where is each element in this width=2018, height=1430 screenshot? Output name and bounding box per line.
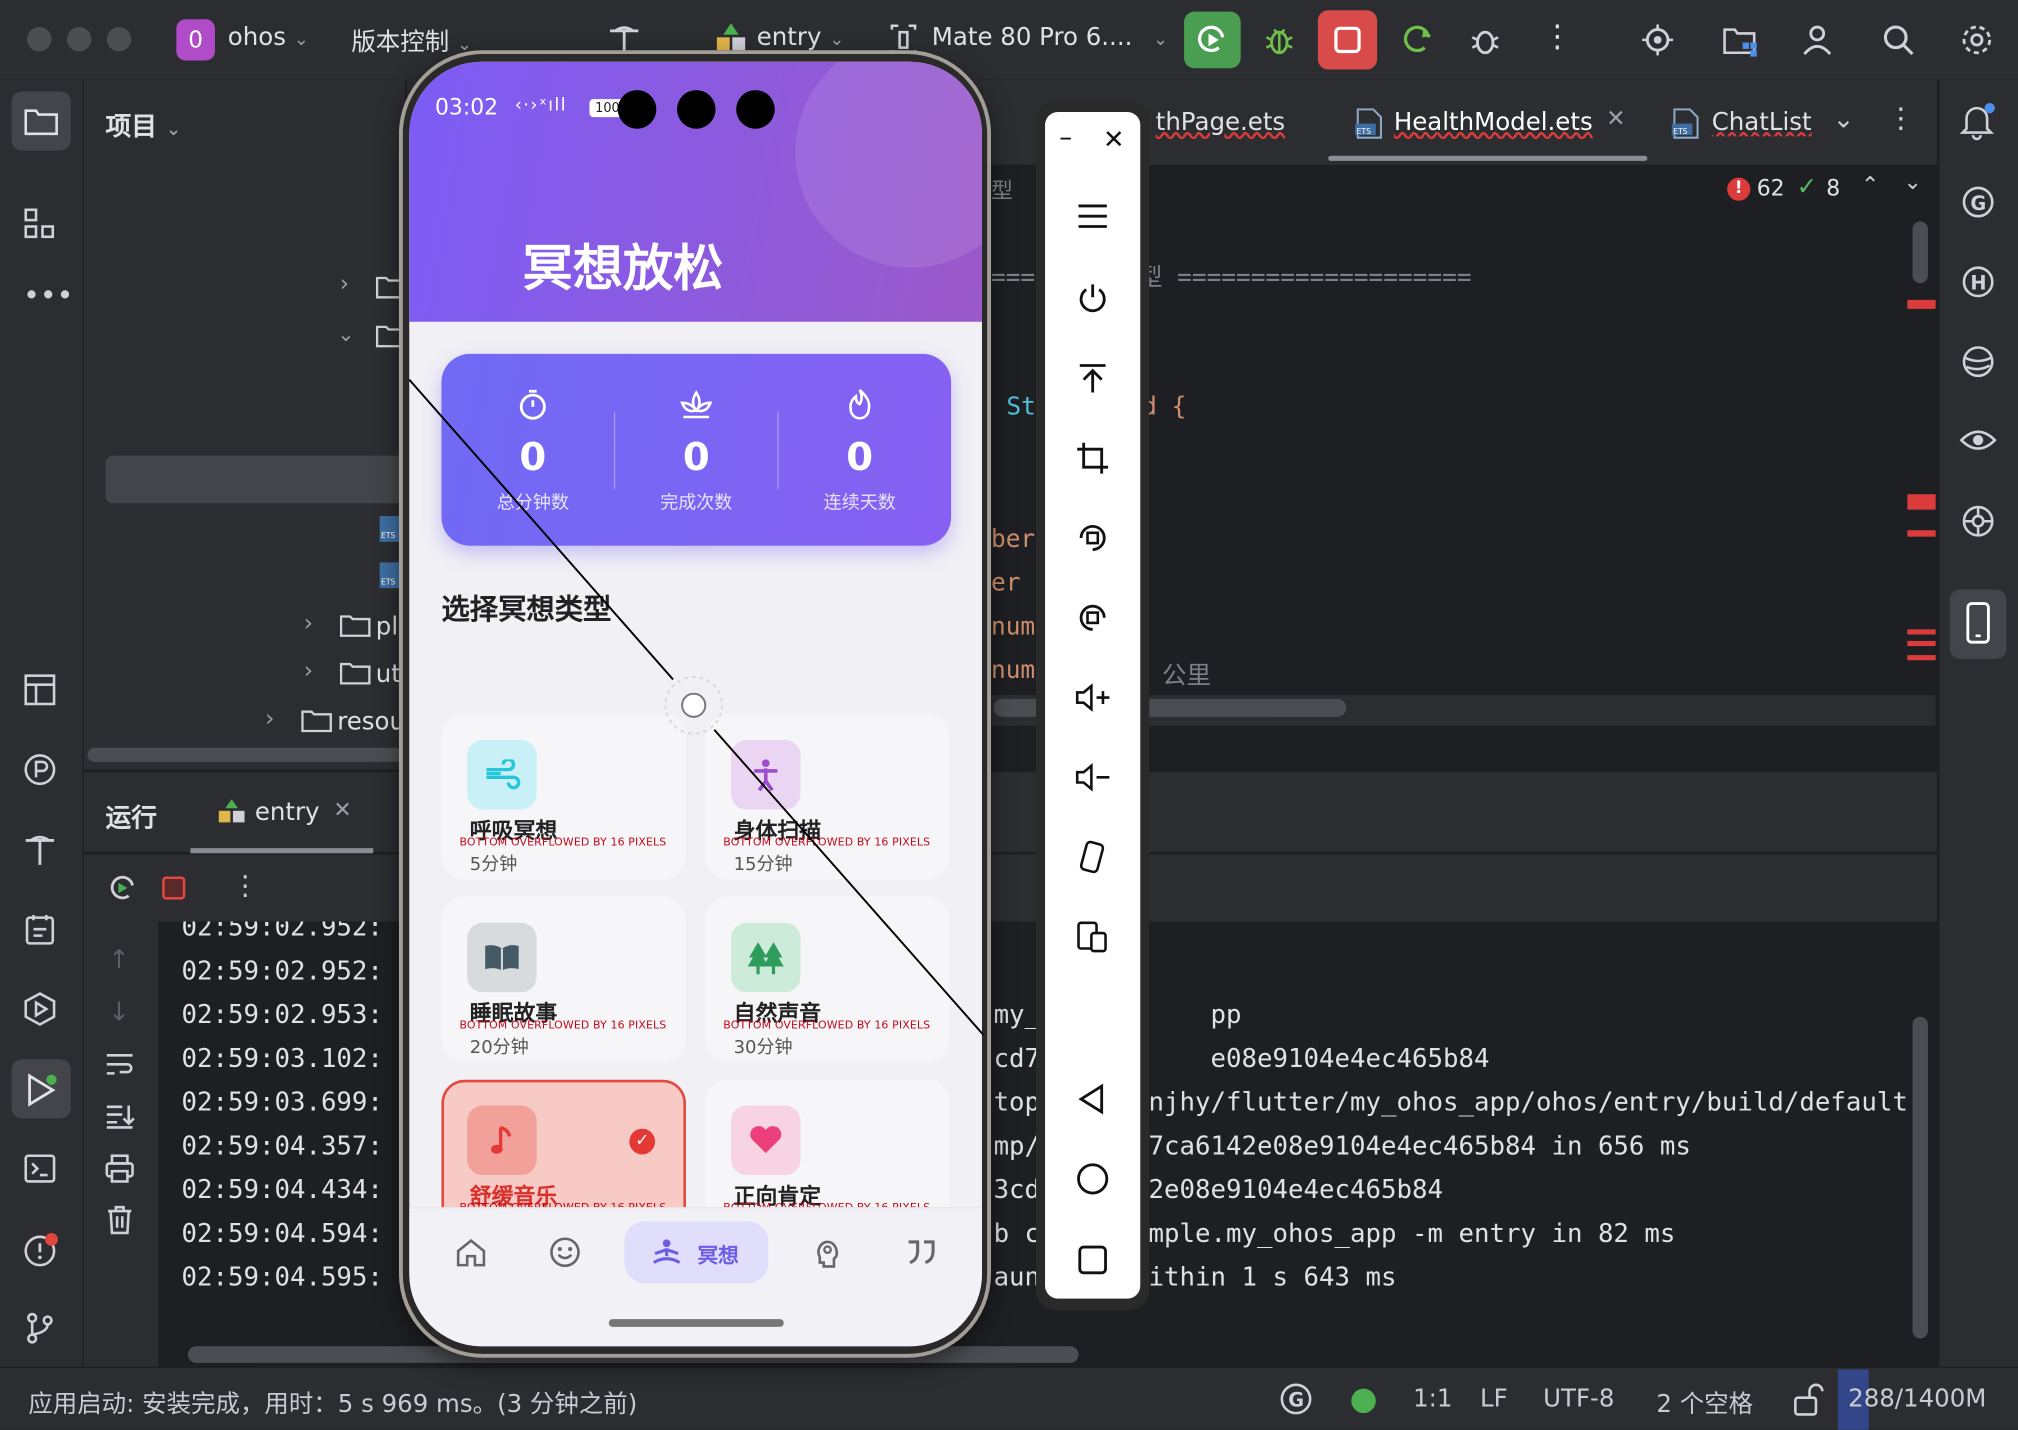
touch-trace-overlay [408,379,984,1036]
